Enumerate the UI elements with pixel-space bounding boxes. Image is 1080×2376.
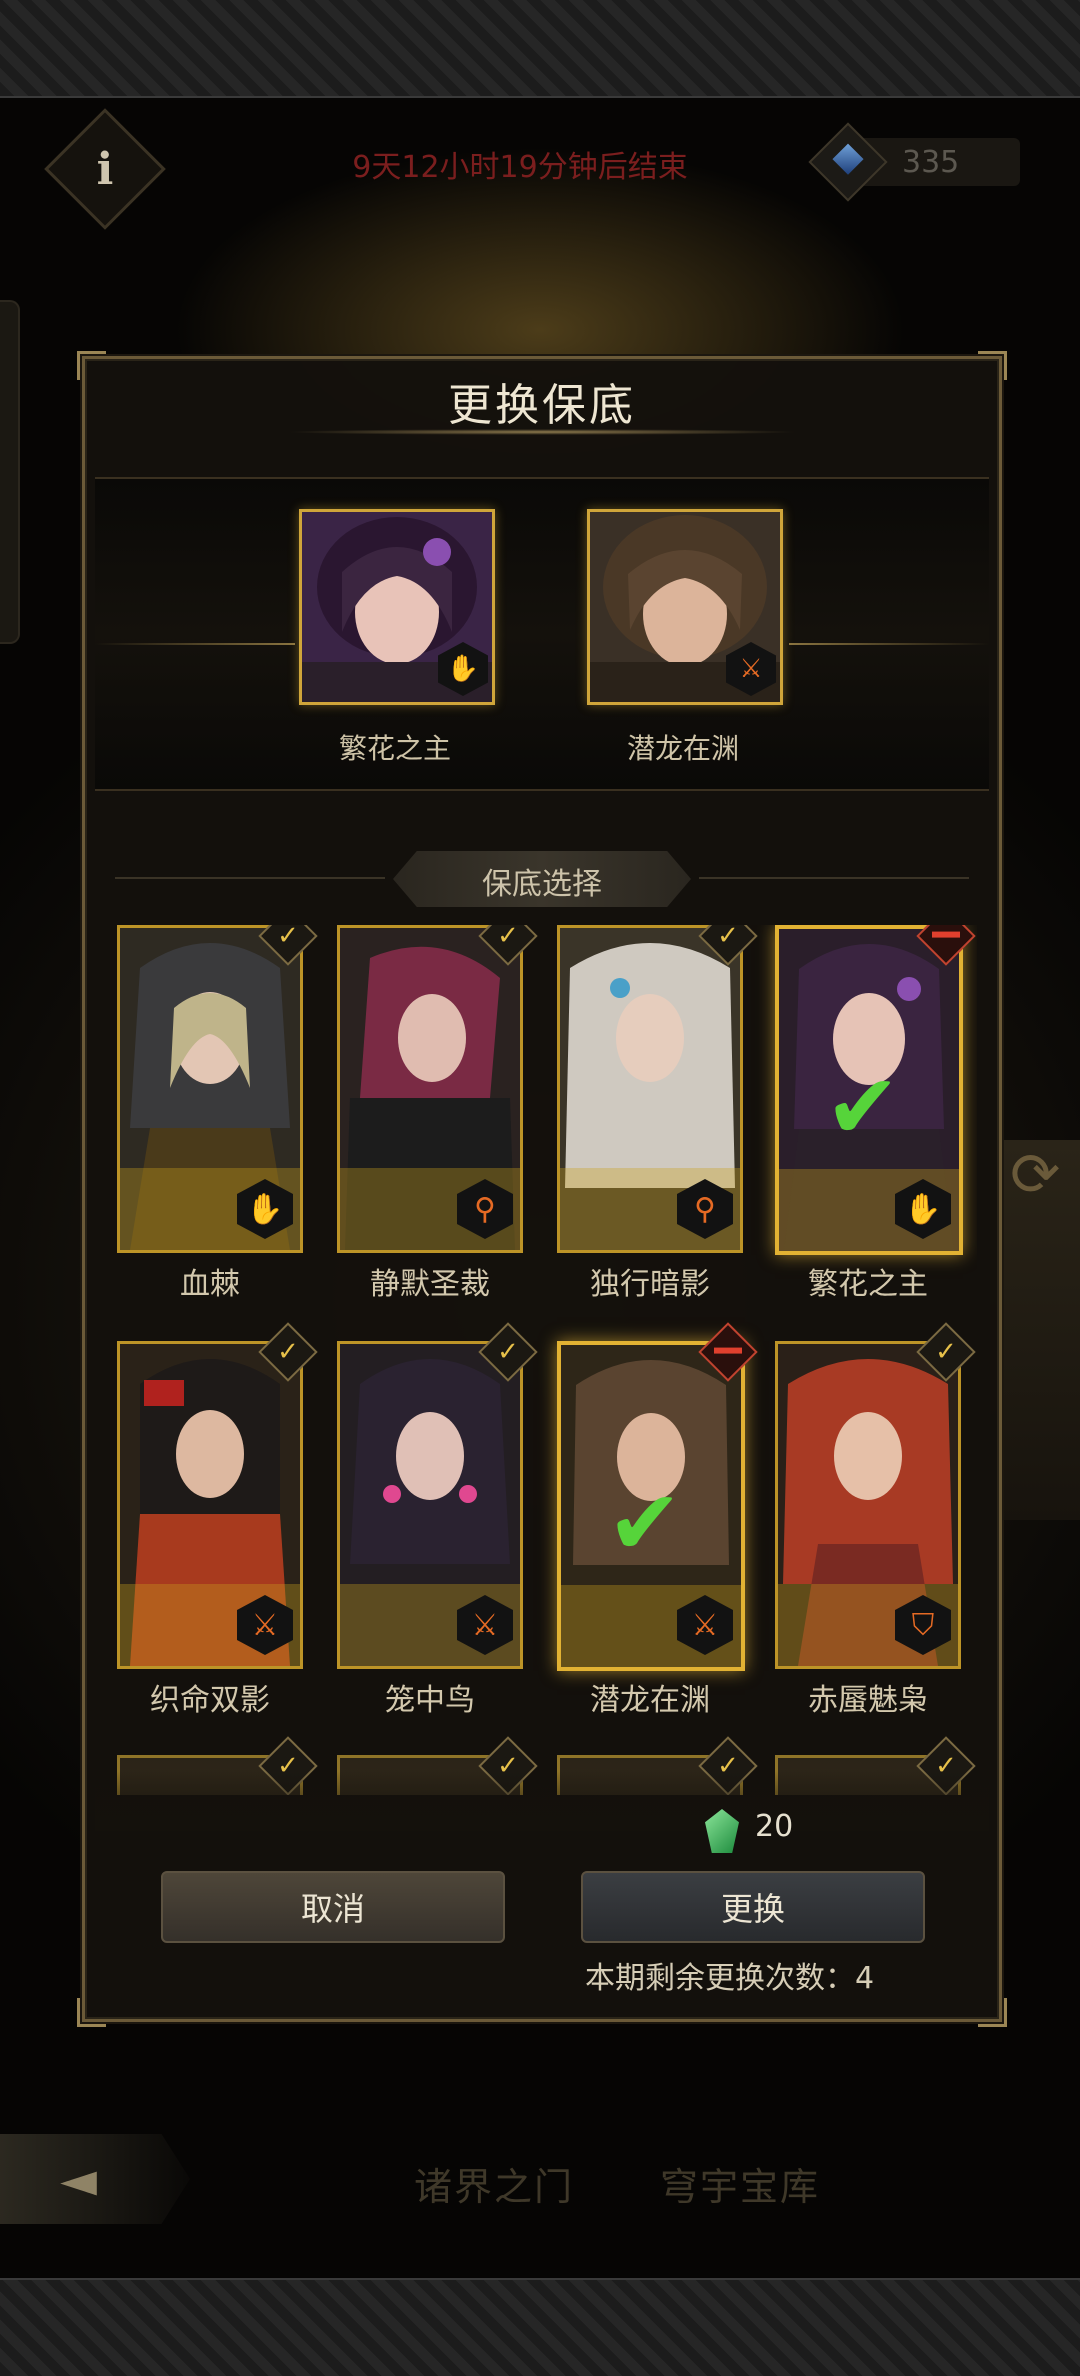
check-icon: ✓ bbox=[717, 925, 739, 951]
hero-name: 血棘 bbox=[180, 1267, 240, 1302]
section-divider-left bbox=[115, 877, 385, 879]
featured-hero-2: ⚔ bbox=[587, 509, 783, 705]
title-divider bbox=[285, 429, 799, 435]
section-title: 保底选择 bbox=[482, 867, 602, 902]
change-cost: 20 bbox=[755, 1809, 794, 1844]
hero-selection-grid: ✓ ✋ 血棘 ✓ ⚲ 静默圣裁 ✓ ⚲ 独行暗影 ✔ ✋ 繁花之主 ✓ ⚔ 织命… bbox=[107, 925, 977, 1795]
featured-hero-1-name: 繁花之主 bbox=[338, 732, 451, 765]
check-icon: ✓ bbox=[497, 1337, 519, 1367]
minus-icon bbox=[932, 931, 960, 938]
hero-name: 静默圣裁 bbox=[370, 1267, 490, 1302]
remaining-changes-count: 本期剩余更换次数：4 bbox=[585, 1961, 875, 1996]
grid-fade-overlay bbox=[95, 1771, 989, 1831]
check-icon: ✓ bbox=[277, 1337, 299, 1367]
featured-hero-2-name: 潜龙在渊 bbox=[626, 732, 739, 765]
event-countdown: 9天12小时19分钟后结束 bbox=[352, 150, 688, 185]
hero-name: 织命双影 bbox=[150, 1683, 270, 1718]
hero-name: 笼中鸟 bbox=[385, 1683, 475, 1718]
change-pity-dialog: 更换保底 ✋ 繁花之主 ⚔ 潜龙在渊 保底选择 ✓ ✋ 血棘 ✓ ⚲ 静默圣裁 … bbox=[77, 351, 1007, 2027]
right-side-panel: ⟳ bbox=[990, 1140, 1080, 1520]
back-button[interactable]: ◄ bbox=[0, 2134, 190, 2224]
selected-check-icon: ✔ bbox=[607, 1471, 683, 1576]
featured-hero-1: ✋ bbox=[299, 509, 495, 705]
top-ornate-border bbox=[0, 0, 1080, 98]
check-icon: ✓ bbox=[277, 925, 299, 951]
side-drawer-tab[interactable] bbox=[0, 300, 20, 644]
featured-heroes-band bbox=[95, 477, 989, 791]
selected-check-icon: ✔ bbox=[825, 1055, 901, 1160]
refresh-icon[interactable]: ⟳ bbox=[1010, 1140, 1060, 1210]
featured-portrait: ⚔ bbox=[587, 509, 783, 705]
dialog-title: 更换保底 bbox=[448, 380, 636, 431]
featured-portrait: ✋ bbox=[299, 509, 495, 705]
corner-ornament bbox=[978, 1998, 1007, 2027]
nav-tab-realm-gate[interactable]: 诸界之门 bbox=[414, 2156, 574, 2211]
divider-line bbox=[95, 643, 295, 645]
section-divider-right bbox=[699, 877, 969, 879]
back-arrow-icon: ◄ bbox=[60, 2152, 97, 2208]
change-button[interactable]: 更换 bbox=[581, 1871, 925, 1943]
divider-line bbox=[789, 643, 989, 645]
hero-name: 繁花之主 bbox=[808, 1267, 928, 1302]
hero-name: 独行暗影 bbox=[590, 1267, 710, 1302]
hero-name: 赤蜃魅枭 bbox=[808, 1683, 928, 1718]
bottom-ornate-border bbox=[0, 2278, 1080, 2376]
corner-ornament bbox=[77, 1998, 106, 2027]
hero-name: 潜龙在渊 bbox=[590, 1683, 710, 1718]
minus-icon bbox=[714, 1347, 742, 1354]
check-icon: ✓ bbox=[935, 1337, 957, 1367]
nav-tab-treasury[interactable]: 穹宇宝库 bbox=[660, 2156, 820, 2211]
currency-display[interactable]: 335 bbox=[808, 122, 1020, 202]
cancel-button[interactable]: 取消 bbox=[161, 1871, 505, 1943]
currency-amount: 335 bbox=[902, 145, 960, 180]
info-icon: i bbox=[96, 143, 114, 195]
check-icon: ✓ bbox=[497, 925, 519, 951]
